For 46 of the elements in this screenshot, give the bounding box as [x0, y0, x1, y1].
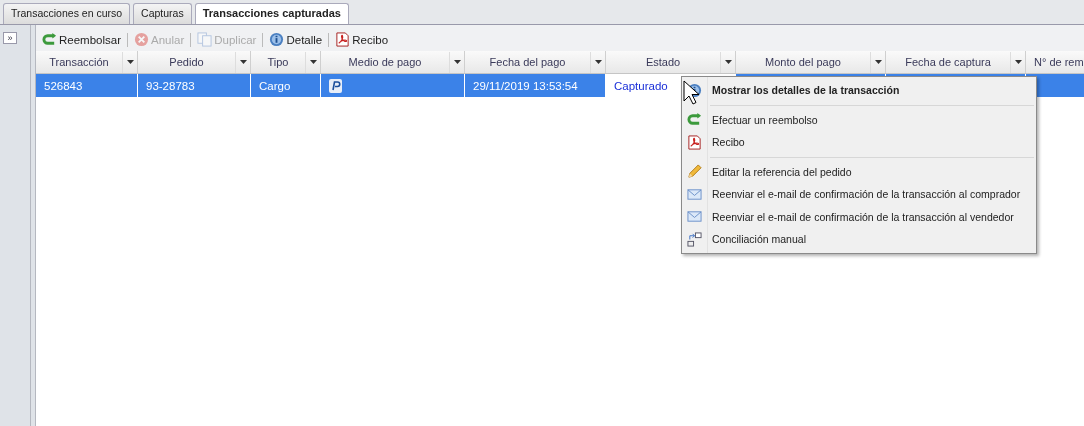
copy-icon [197, 32, 213, 47]
table-cell: Cargo [251, 74, 321, 97]
column-header[interactable]: Tipo [251, 51, 321, 73]
column-header[interactable]: Transacción [36, 51, 138, 73]
caret-icon[interactable] [1014, 60, 1022, 64]
column-header[interactable]: Fecha de captura [886, 51, 1026, 73]
table-cell: 93-28783 [138, 74, 251, 97]
pencil-icon [687, 164, 702, 180]
toolbar-button[interactable]: Detalle [267, 32, 325, 47]
envelope-icon [687, 209, 702, 225]
mouse-cursor-icon [683, 80, 701, 106]
caret-icon[interactable] [453, 60, 461, 64]
column-header[interactable]: Pedido [138, 51, 251, 73]
tab[interactable]: Capturas [133, 3, 192, 24]
toolbar-button[interactable]: Reembolsar [40, 32, 123, 47]
pdf-icon [687, 134, 702, 150]
menu-item[interactable]: Recibo [682, 131, 1036, 154]
info-icon [269, 32, 285, 47]
expand-button[interactable]: » [3, 32, 17, 44]
column-header[interactable]: N° de rem [1026, 51, 1084, 73]
menu-item[interactable]: Reenviar el e-mail de confirmación de la transacción al comprador [682, 183, 1036, 206]
column-header[interactable]: Medio de pago [321, 51, 465, 73]
column-header[interactable]: Monto del pago [736, 51, 886, 73]
column-header[interactable]: Fecha del pago [465, 51, 606, 73]
tab[interactable]: Transacciones capturadas [194, 3, 349, 24]
caret-icon[interactable] [724, 60, 732, 64]
reconcile-icon [687, 231, 702, 247]
envelope-icon [687, 186, 702, 202]
caret-icon[interactable] [594, 60, 602, 64]
table-cell: 526843 [36, 74, 138, 97]
refund-arrow-icon [42, 32, 57, 47]
caret-icon[interactable] [874, 60, 882, 64]
caret-icon[interactable] [239, 60, 247, 64]
caret-icon[interactable] [126, 60, 134, 64]
caret-icon[interactable] [309, 60, 317, 64]
cancel-icon [134, 32, 149, 47]
column-header[interactable]: Estado [606, 51, 736, 73]
payment-card-icon [329, 78, 342, 93]
tab[interactable]: Transacciones en curso [3, 3, 131, 24]
menu-item[interactable]: Editar la referencia del pedido [682, 160, 1036, 183]
menu-item[interactable]: Reenviar el e-mail de confirmación de la transacción al vendedor [682, 205, 1036, 228]
toolbar-button[interactable]: Recibo [333, 32, 391, 47]
pdf-icon [335, 32, 351, 47]
menu-item[interactable]: Conciliación manual [682, 228, 1036, 251]
refund-arrow-icon [687, 112, 702, 128]
menu-item[interactable]: Efectuar un reembolso [682, 108, 1036, 131]
